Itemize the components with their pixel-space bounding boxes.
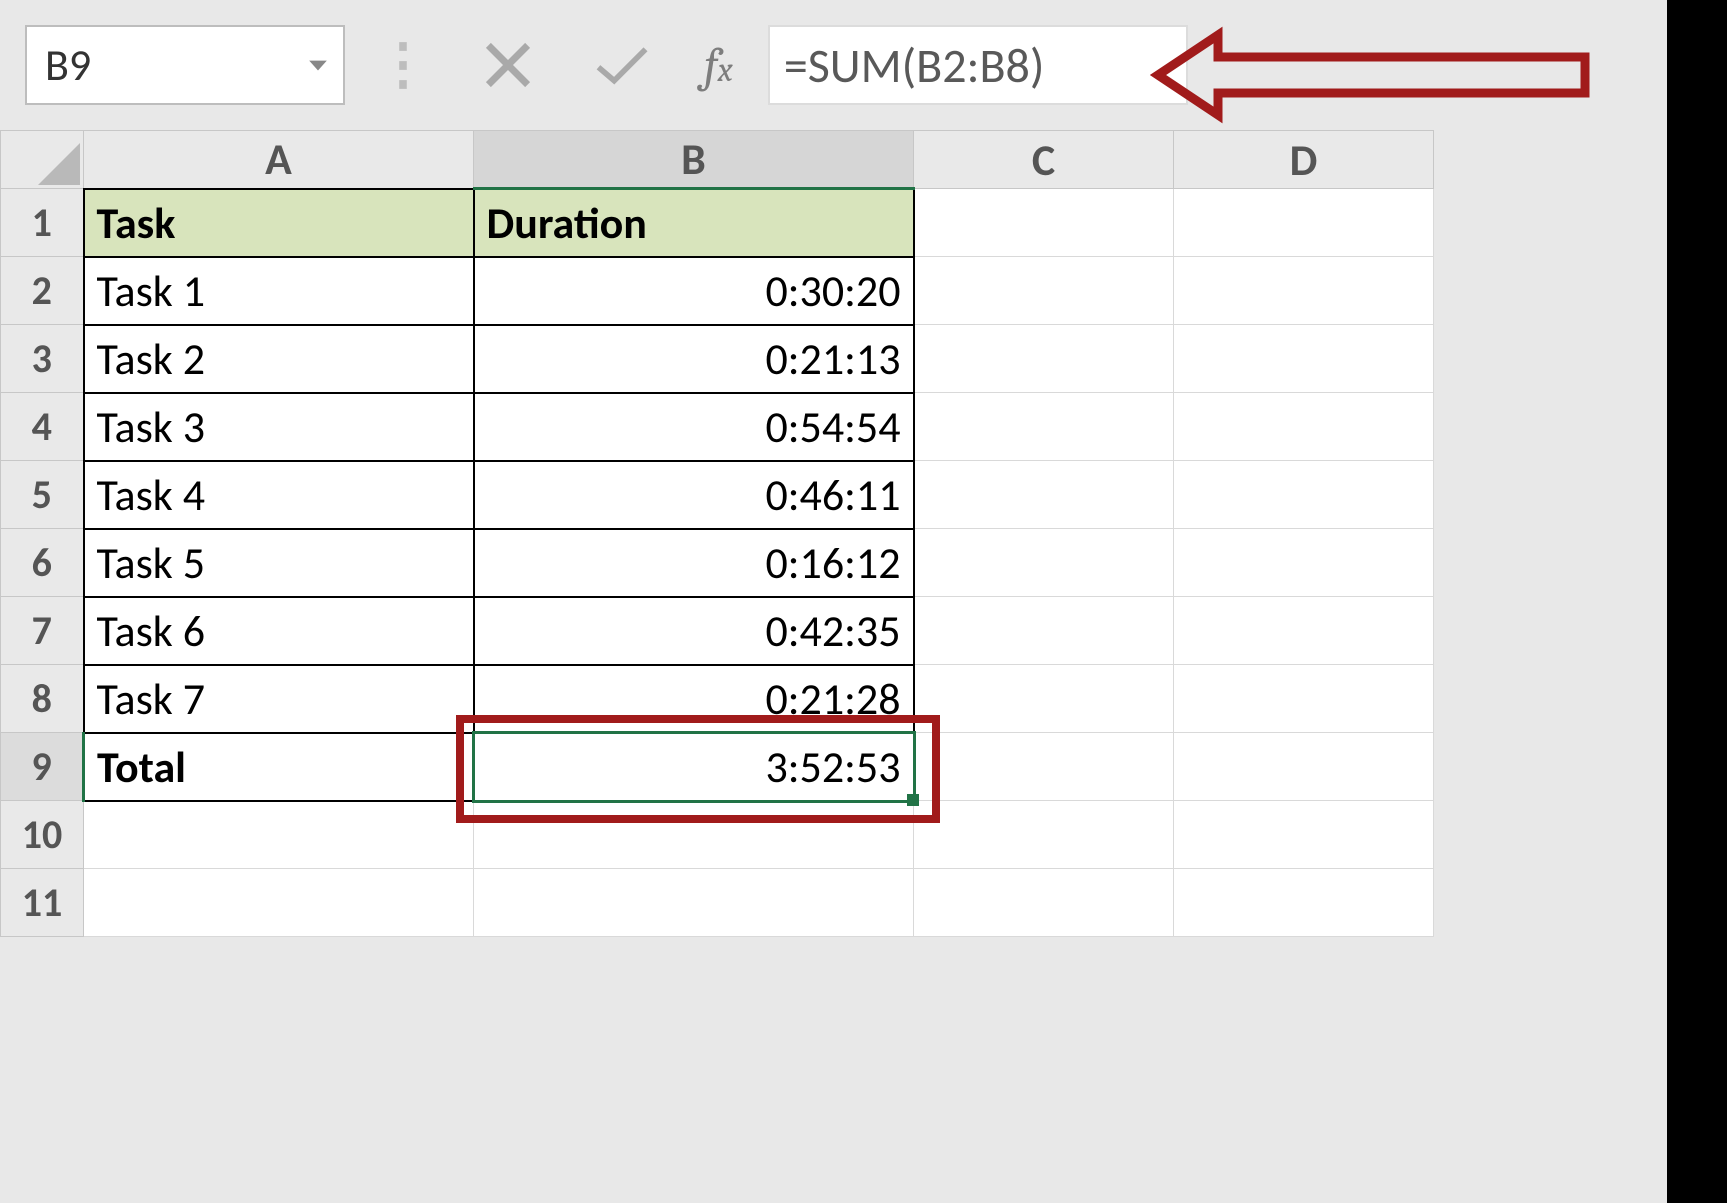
row-header-3[interactable]: 3 xyxy=(1,325,84,393)
cell-D10[interactable] xyxy=(1174,801,1434,869)
cell-D11[interactable] xyxy=(1174,869,1434,937)
cell-B5[interactable]: 0:46:11 xyxy=(474,461,914,529)
cell-D9[interactable] xyxy=(1174,733,1434,801)
cell-A2[interactable]: Task 1 xyxy=(84,257,474,325)
name-box[interactable]: B9 xyxy=(25,25,345,105)
cell-D2[interactable] xyxy=(1174,257,1434,325)
cell-D6[interactable] xyxy=(1174,529,1434,597)
select-all-corner[interactable] xyxy=(1,131,84,189)
cell-A5[interactable]: Task 4 xyxy=(84,461,474,529)
cell-B10[interactable] xyxy=(474,801,914,869)
annotation-arrow-icon xyxy=(1150,25,1600,125)
cell-C7[interactable] xyxy=(914,597,1174,665)
cell-C10[interactable] xyxy=(914,801,1174,869)
cell-D4[interactable] xyxy=(1174,393,1434,461)
cell-B3[interactable]: 0:21:13 xyxy=(474,325,914,393)
cell-B11[interactable] xyxy=(474,869,914,937)
cell-A1[interactable]: Task xyxy=(84,189,474,257)
cell-C11[interactable] xyxy=(914,869,1174,937)
insert-function-button[interactable]: fx xyxy=(704,38,733,93)
cell-A4[interactable]: Task 3 xyxy=(84,393,474,461)
formula-input[interactable]: =SUM(B2:B8) xyxy=(768,25,1188,105)
check-icon xyxy=(594,37,650,93)
cell-C4[interactable] xyxy=(914,393,1174,461)
row-header-9[interactable]: 9 xyxy=(1,733,84,801)
row-header-2[interactable]: 2 xyxy=(1,257,84,325)
cell-B6[interactable]: 0:16:12 xyxy=(474,529,914,597)
cell-A6[interactable]: Task 5 xyxy=(84,529,474,597)
row-header-5[interactable]: 5 xyxy=(1,461,84,529)
divider-icon: ⋮ xyxy=(365,31,441,99)
row-header-11[interactable]: 11 xyxy=(1,869,84,937)
cell-B1[interactable]: Duration xyxy=(474,189,914,257)
spreadsheet-grid[interactable]: A B C D 1 Task Duration 2 Task 1 0:30:20 xyxy=(0,130,1727,937)
cell-D3[interactable] xyxy=(1174,325,1434,393)
row-header-6[interactable]: 6 xyxy=(1,529,84,597)
row-header-4[interactable]: 4 xyxy=(1,393,84,461)
col-header-C[interactable]: C xyxy=(914,131,1174,189)
row-header-10[interactable]: 10 xyxy=(1,801,84,869)
cell-B8[interactable]: 0:21:28 xyxy=(474,665,914,733)
cell-A9[interactable]: Total xyxy=(84,733,474,801)
cell-A10[interactable] xyxy=(84,801,474,869)
cell-B9[interactable]: 3:52:53 xyxy=(474,733,914,801)
cell-B2[interactable]: 0:30:20 xyxy=(474,257,914,325)
cell-C1[interactable] xyxy=(914,189,1174,257)
row-header-8[interactable]: 8 xyxy=(1,665,84,733)
row-header-7[interactable]: 7 xyxy=(1,597,84,665)
col-header-D[interactable]: D xyxy=(1174,131,1434,189)
cell-D5[interactable] xyxy=(1174,461,1434,529)
cell-A7[interactable]: Task 6 xyxy=(84,597,474,665)
cell-D1[interactable] xyxy=(1174,189,1434,257)
cell-B7[interactable]: 0:42:35 xyxy=(474,597,914,665)
col-header-A[interactable]: A xyxy=(84,131,474,189)
cell-D7[interactable] xyxy=(1174,597,1434,665)
cell-C3[interactable] xyxy=(914,325,1174,393)
enter-button[interactable] xyxy=(587,30,657,100)
row-header-1[interactable]: 1 xyxy=(1,189,84,257)
cancel-button[interactable] xyxy=(473,30,543,100)
cell-C5[interactable] xyxy=(914,461,1174,529)
cell-C6[interactable] xyxy=(914,529,1174,597)
cell-C9[interactable] xyxy=(914,733,1174,801)
col-header-B[interactable]: B xyxy=(474,131,914,189)
cell-B4[interactable]: 0:54:54 xyxy=(474,393,914,461)
cell-A8[interactable]: Task 7 xyxy=(84,665,474,733)
cell-A3[interactable]: Task 2 xyxy=(84,325,474,393)
name-box-value: B9 xyxy=(45,38,91,92)
cell-D8[interactable] xyxy=(1174,665,1434,733)
chevron-down-icon[interactable] xyxy=(307,54,329,76)
cell-A11[interactable] xyxy=(84,869,474,937)
cell-C8[interactable] xyxy=(914,665,1174,733)
x-icon xyxy=(480,37,536,93)
cell-C2[interactable] xyxy=(914,257,1174,325)
